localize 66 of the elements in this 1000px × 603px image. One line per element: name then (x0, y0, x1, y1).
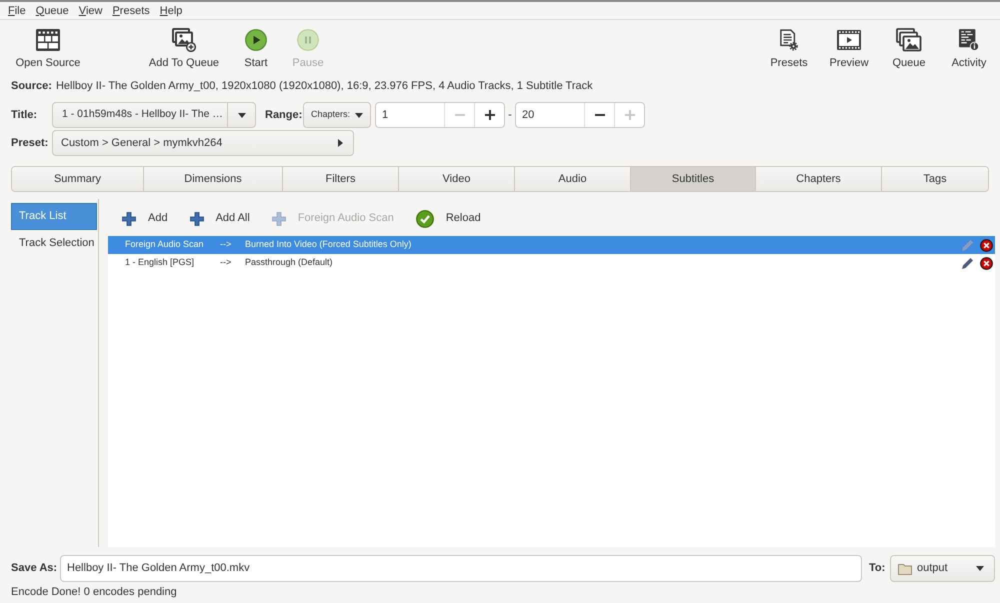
status-text: Encode Done! 0 encodes pending (11, 584, 177, 600)
plus-icon (272, 212, 286, 226)
menu-item[interactable]: Presets (108, 2, 154, 18)
check-circle-icon (416, 210, 434, 228)
toolbar-button[interactable]: Queue (882, 20, 936, 72)
caret-icon (355, 112, 364, 118)
field-label: Range: (265, 108, 303, 123)
film-play-icon (837, 30, 861, 50)
tab[interactable]: Video (398, 167, 514, 191)
pencil-icon (961, 256, 974, 270)
tab[interactable]: Subtitles (630, 167, 755, 191)
range-separator: - (507, 108, 513, 123)
field-label: To: (869, 561, 886, 576)
menu-item[interactable]: Help (156, 2, 186, 18)
clapperboard-icon (36, 29, 60, 51)
toolbar-button[interactable]: Preview (822, 20, 876, 72)
toolbar-button[interactable]: Presets (762, 20, 816, 72)
photo-stack-icon (896, 28, 922, 52)
track-arrow: --> (220, 238, 232, 252)
toolbar-button[interactable]: Start (236, 20, 276, 72)
source-label: Source: (11, 79, 52, 94)
folder-dropdown[interactable]: output (890, 555, 995, 582)
pencil-icon (961, 238, 974, 252)
tab[interactable]: Chapters (755, 167, 881, 191)
plus-icon (122, 212, 136, 226)
document-gear-icon (780, 29, 798, 51)
text-field[interactable]: Hellboy II- The Golden Army_t00.mkv (60, 555, 862, 582)
plus-icon (190, 212, 204, 226)
play-icon (245, 29, 267, 51)
title-dropdown[interactable]: 1 - 01h59m48s - Hellboy II- The … (52, 102, 256, 128)
toolbar-button[interactable]: Add To Queue (146, 20, 222, 72)
toolbar-button[interactable]: Open Source (10, 20, 86, 72)
track-output: Passthrough (Default) (245, 256, 334, 270)
pause-icon (297, 29, 319, 51)
menu-item[interactable]: View (74, 2, 106, 18)
toolbar-button[interactable]: Add All (188, 207, 252, 230)
field-label: Preset: (11, 136, 50, 151)
x-circle-icon (980, 238, 993, 252)
toolbar-button[interactable]: Reload (414, 207, 483, 230)
track-arrow: --> (220, 256, 232, 270)
toolbar-button[interactable]: Activity (942, 20, 996, 72)
menu-item[interactable]: Queue (32, 2, 73, 18)
caret-icon (976, 566, 984, 571)
tab[interactable]: Filters (282, 167, 398, 191)
track-row[interactable]: Foreign Audio Scan --> Burned Into Video (Forced Subtitles Only) (108, 236, 995, 254)
tab[interactable]: Summary (12, 167, 143, 191)
caret-right-icon (338, 139, 343, 147)
preset-dropdown[interactable]: Custom > General > mymkvh264 (52, 130, 354, 156)
caret-icon (238, 112, 246, 118)
track-source: Foreign Audio Scan (125, 238, 205, 252)
photo-stack-plus-icon (172, 28, 196, 52)
tab[interactable]: Tags (881, 167, 988, 191)
range-mode-dropdown[interactable]: Chapters: (303, 102, 371, 128)
field-label: Save As: (11, 561, 58, 576)
menu-item[interactable]: File (4, 2, 30, 18)
x-circle-icon (980, 256, 993, 270)
tab[interactable]: Audio (514, 167, 630, 191)
log-info-icon (959, 29, 979, 51)
source-info: Hellboy II- The Golden Army_t00, 1920x1080 (1920x1080), 16:9, 23.976 FPS, 4 Audio Tracks, 1 Subtitle Track (56, 79, 593, 94)
folder-icon (898, 562, 912, 574)
sidebar-item[interactable]: Track Selection (11, 230, 97, 257)
field-label: Title: (11, 108, 38, 123)
track-output: Burned Into Video (Forced Subtitles Only) (245, 238, 412, 252)
tab[interactable]: Dimensions (143, 167, 282, 191)
toolbar-button[interactable]: Add (120, 207, 170, 230)
track-source: 1 - English [PGS] (125, 256, 196, 270)
